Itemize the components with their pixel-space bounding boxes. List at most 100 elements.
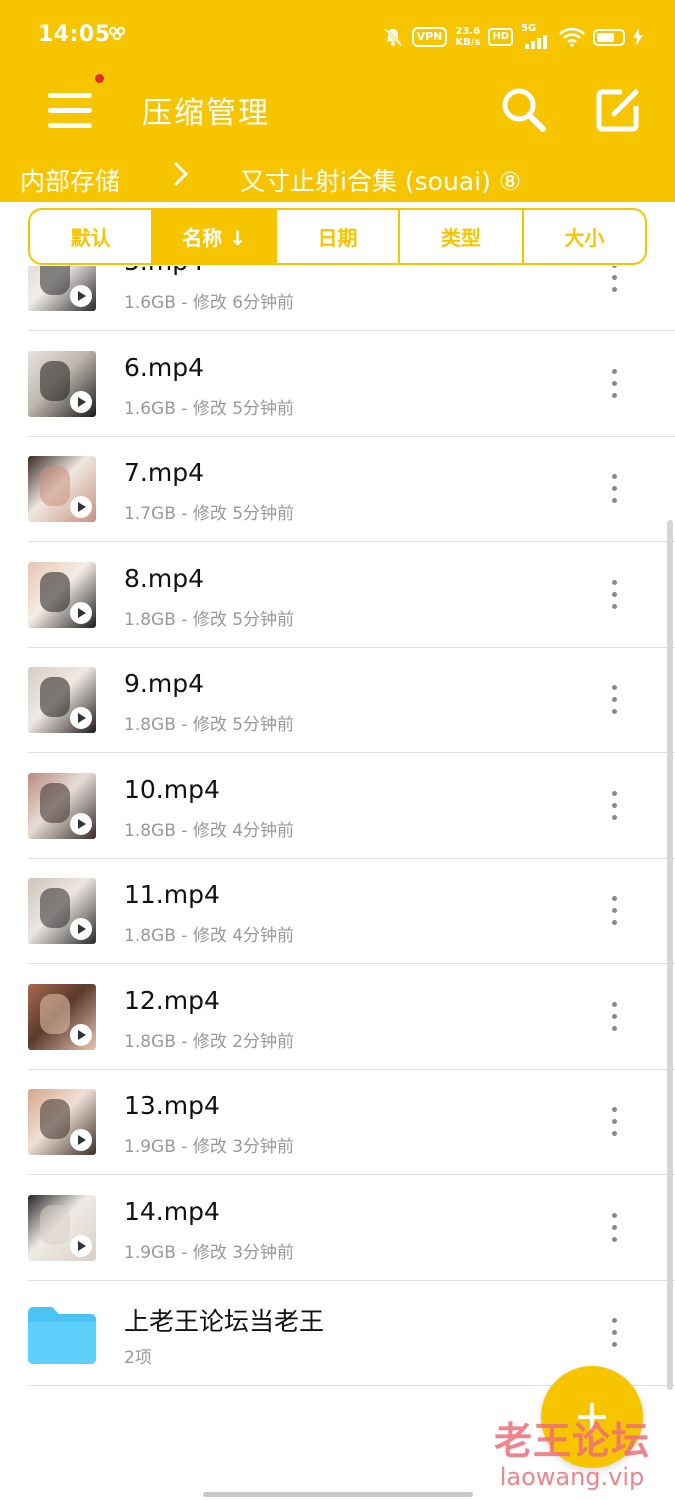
play-icon (70, 1129, 92, 1151)
file-meta: 1.9GB - 修改 3分钟前 (124, 1137, 295, 1157)
breadcrumb-current[interactable]: 又寸止射i合集 (souai) ⑧ (240, 162, 521, 198)
more-options-icon[interactable] (596, 469, 632, 509)
file-name: 12.mp4 (124, 985, 220, 1015)
notification-dot (95, 74, 104, 83)
add-fab-button[interactable] (541, 1366, 643, 1468)
file-meta: 1.6GB - 修改 6分钟前 (124, 293, 295, 313)
top-header: 14:05 VPN 23.6 KB/s HD 5G 压缩管理 内部存储 又寸止射… (0, 0, 675, 202)
file-list[interactable]: 5.mp4 1.6GB - 修改 6分钟前 6.mp4 1.6GB - 修改 5分钟前… (0, 266, 675, 1406)
more-options-icon[interactable] (596, 891, 632, 931)
more-options-icon[interactable] (596, 266, 632, 298)
page-title: 压缩管理 (142, 96, 270, 131)
chevron-right-icon (173, 161, 189, 187)
vpn-badge: VPN (411, 27, 448, 47)
watermark-url: laowang.vip (499, 1463, 645, 1491)
play-icon (70, 918, 92, 940)
file-name: 13.mp4 (124, 1091, 220, 1120)
file-row[interactable]: 5.mp4 1.6GB - 修改 6分钟前 (0, 266, 675, 331)
sort-tab[interactable]: 大小 (524, 210, 645, 263)
network-speed-unit: KB/s (455, 37, 481, 48)
more-options-icon[interactable] (596, 786, 632, 826)
file-meta: 1.8GB - 修改 4分钟前 (124, 820, 295, 841)
wifi-icon (559, 27, 585, 47)
scrollbar[interactable] (667, 520, 673, 1390)
video-thumbnail (28, 266, 96, 311)
file-row[interactable]: 10.mp4 1.8GB - 修改 4分钟前 (0, 753, 675, 859)
file-row[interactable]: 8.mp4 1.8GB - 修改 5分钟前 (0, 542, 675, 648)
charging-icon (633, 28, 643, 46)
video-thumbnail (28, 561, 96, 628)
file-name: 6.mp4 (124, 352, 204, 382)
file-name: 9.mp4 (124, 669, 204, 698)
file-meta: 1.8GB - 修改 4分钟前 (124, 926, 295, 946)
video-thumbnail (28, 983, 96, 1050)
sort-tab[interactable]: 名称 ↓ (153, 210, 277, 263)
file-meta: 1.7GB - 修改 5分钟前 (124, 504, 295, 524)
video-thumbnail (28, 456, 96, 522)
breadcrumb: 内部存储 又寸止射i合集 (souai) ⑧ (0, 152, 675, 202)
file-name: 7.mp4 (124, 458, 204, 487)
file-meta: 1.8GB - 修改 5分钟前 (124, 715, 295, 735)
video-thumbnail (28, 772, 96, 839)
hd-badge: HD (488, 28, 513, 46)
battery-icon (593, 28, 625, 46)
video-thumbnail (28, 350, 96, 417)
more-options-icon[interactable] (596, 364, 632, 404)
play-icon (70, 812, 92, 835)
more-options-icon[interactable] (596, 1208, 632, 1248)
network-speed: 23.6 KB/s (455, 26, 480, 48)
file-row[interactable]: 11.mp4 1.8GB - 修改 4分钟前 (0, 858, 675, 964)
play-icon (70, 1023, 92, 1046)
sort-tab[interactable]: 日期 (277, 210, 401, 263)
status-icons: VPN 23.6 KB/s HD 5G (382, 20, 643, 54)
file-name: 14.mp4 (124, 1196, 220, 1226)
file-meta: 1.9GB - 修改 3分钟前 (124, 1242, 295, 1263)
file-row[interactable]: 7.mp4 1.7GB - 修改 5分钟前 (0, 436, 675, 542)
more-options-icon[interactable] (596, 1102, 632, 1142)
play-icon (70, 707, 92, 729)
more-options-icon[interactable] (596, 1313, 632, 1353)
network-speed-value: 23.6 (455, 26, 481, 37)
file-name: 5.mp4 (124, 266, 204, 276)
sort-tabs: 默认 名称 ↓ 日期 类型 大小 (28, 208, 647, 265)
search-icon[interactable] (498, 84, 550, 136)
file-row[interactable]: 9.mp4 1.8GB - 修改 5分钟前 (0, 647, 675, 753)
more-options-icon[interactable] (596, 575, 632, 615)
video-thumbnail (28, 667, 96, 733)
link-icon (108, 26, 126, 40)
more-options-icon[interactable] (596, 997, 632, 1037)
file-name: 11.mp4 (124, 880, 220, 909)
play-icon (70, 285, 92, 307)
hamburger-menu-icon[interactable] (40, 82, 100, 138)
file-row[interactable]: 13.mp4 1.9GB - 修改 3分钟前 (0, 1069, 675, 1175)
signal-icon: 5G (521, 23, 551, 49)
file-row[interactable]: 6.mp4 1.6GB - 修改 5分钟前 (0, 331, 675, 437)
file-name: 8.mp4 (124, 563, 204, 593)
breadcrumb-parent[interactable]: 内部存储 (20, 162, 120, 198)
video-thumbnail (28, 1089, 96, 1155)
file-meta: 2项 (124, 1348, 152, 1368)
file-meta: 1.8GB - 修改 5分钟前 (124, 609, 295, 630)
video-thumbnail (28, 1194, 96, 1261)
folder-icon (28, 1307, 96, 1364)
file-name: 上老王论坛当老王 (124, 1307, 325, 1336)
file-meta: 1.8GB - 修改 2分钟前 (124, 1031, 295, 1052)
sort-tab[interactable]: 类型 (400, 210, 524, 263)
more-options-icon[interactable] (596, 680, 632, 720)
play-icon (70, 390, 92, 413)
file-row[interactable]: 14.mp4 1.9GB - 修改 3分钟前 (0, 1175, 675, 1281)
video-thumbnail (28, 878, 96, 944)
mute-bell-icon (383, 27, 402, 47)
file-name: 10.mp4 (124, 774, 220, 804)
file-row[interactable]: 12.mp4 1.8GB - 修改 2分钟前 (0, 964, 675, 1070)
home-indicator[interactable] (203, 1492, 473, 1497)
app-bar: 压缩管理 (0, 72, 675, 152)
play-icon (70, 496, 92, 518)
sort-tab[interactable]: 默认 (30, 210, 154, 263)
play-icon (70, 1234, 92, 1257)
play-icon (70, 601, 92, 624)
status-time: 14:05 (38, 22, 111, 47)
status-bar: 14:05 VPN 23.6 KB/s HD 5G (0, 0, 675, 72)
edit-icon[interactable] (592, 84, 644, 136)
file-meta: 1.6GB - 修改 5分钟前 (124, 398, 295, 419)
